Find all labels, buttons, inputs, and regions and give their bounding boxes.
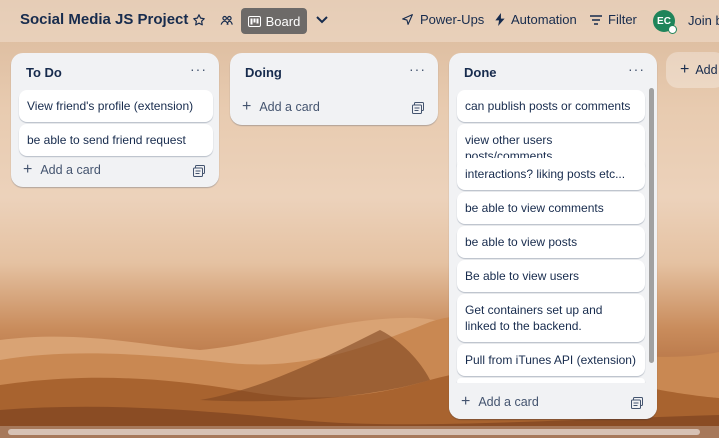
add-list-label: Add a xyxy=(695,63,719,77)
list-todo: To Do ··· View friend's profile (extensi… xyxy=(11,53,219,187)
scrollbar-thumb[interactable] xyxy=(8,429,700,435)
join-board-button[interactable]: Join b xyxy=(688,13,719,28)
avatar-badge xyxy=(668,25,677,34)
list-title[interactable]: Doing xyxy=(245,65,282,80)
list-menu-icon[interactable]: ··· xyxy=(409,61,426,77)
card-template-icon[interactable] xyxy=(412,102,424,114)
add-card-label: Add a card xyxy=(40,163,101,177)
card[interactable]: can publish posts or comments xyxy=(457,90,645,122)
list-doing: Doing ··· + Add a card xyxy=(230,53,438,125)
add-card-label: Add a card xyxy=(259,100,320,114)
card[interactable]: be able to view posts xyxy=(457,226,645,258)
plus-icon: + xyxy=(23,161,33,178)
chevron-down-icon[interactable] xyxy=(312,10,332,30)
add-list-button[interactable]: + Add a xyxy=(666,52,719,88)
plus-icon: + xyxy=(461,393,471,410)
card[interactable]: be able to view comments xyxy=(457,192,645,224)
list-title[interactable]: Done xyxy=(464,65,497,80)
card[interactable]: Be able to view users xyxy=(457,260,645,292)
card[interactable]: Pull from iTunes API (extension) xyxy=(457,344,645,376)
list-scrollbar[interactable] xyxy=(649,88,654,363)
avatar[interactable]: EC xyxy=(653,10,677,34)
board-title[interactable]: Social Media JS Project xyxy=(20,11,188,28)
automation-button[interactable]: Automation xyxy=(495,12,577,27)
rocket-icon xyxy=(402,14,413,25)
workspace-visibility-icon[interactable] xyxy=(217,10,237,30)
list-menu-icon[interactable]: ··· xyxy=(190,61,207,77)
card[interactable]: View friend's profile (extension) xyxy=(19,90,213,122)
avatar-initials: EC xyxy=(657,15,671,27)
add-card-button[interactable]: + Add a card xyxy=(23,161,101,178)
power-ups-label: Power-Ups xyxy=(420,12,485,27)
board-view-icon xyxy=(247,15,261,27)
list-menu-icon[interactable]: ··· xyxy=(628,61,645,77)
card[interactable]: Get containers set up and linked to the … xyxy=(457,294,645,342)
add-card-label: Add a card xyxy=(478,395,539,409)
list-done: Done ··· can publish posts or comments v… xyxy=(449,53,657,419)
board-horizontal-scrollbar[interactable] xyxy=(0,426,719,438)
automation-label: Automation xyxy=(511,12,577,27)
board-header: Social Media JS Project Board Power-Ups … xyxy=(0,0,719,42)
plus-icon: + xyxy=(680,61,690,78)
lightning-icon xyxy=(495,13,505,26)
card[interactable]: be able to send friend request xyxy=(19,124,213,156)
card[interactable]: interactions? liking posts etc... xyxy=(457,158,645,190)
card-template-icon[interactable] xyxy=(193,165,205,177)
filter-button[interactable]: Filter xyxy=(590,12,637,27)
plus-icon: + xyxy=(242,98,252,115)
filter-label: Filter xyxy=(608,12,637,27)
add-card-button[interactable]: + Add a card xyxy=(461,393,539,410)
power-ups-button[interactable]: Power-Ups xyxy=(401,12,484,27)
star-icon[interactable] xyxy=(189,10,209,30)
board-view-button[interactable]: Board xyxy=(241,8,307,34)
board-view-label: Board xyxy=(265,13,301,29)
add-card-button[interactable]: + Add a card xyxy=(242,98,320,115)
filter-icon xyxy=(590,14,602,25)
card-template-icon[interactable] xyxy=(631,397,643,409)
list-title[interactable]: To Do xyxy=(26,65,62,80)
